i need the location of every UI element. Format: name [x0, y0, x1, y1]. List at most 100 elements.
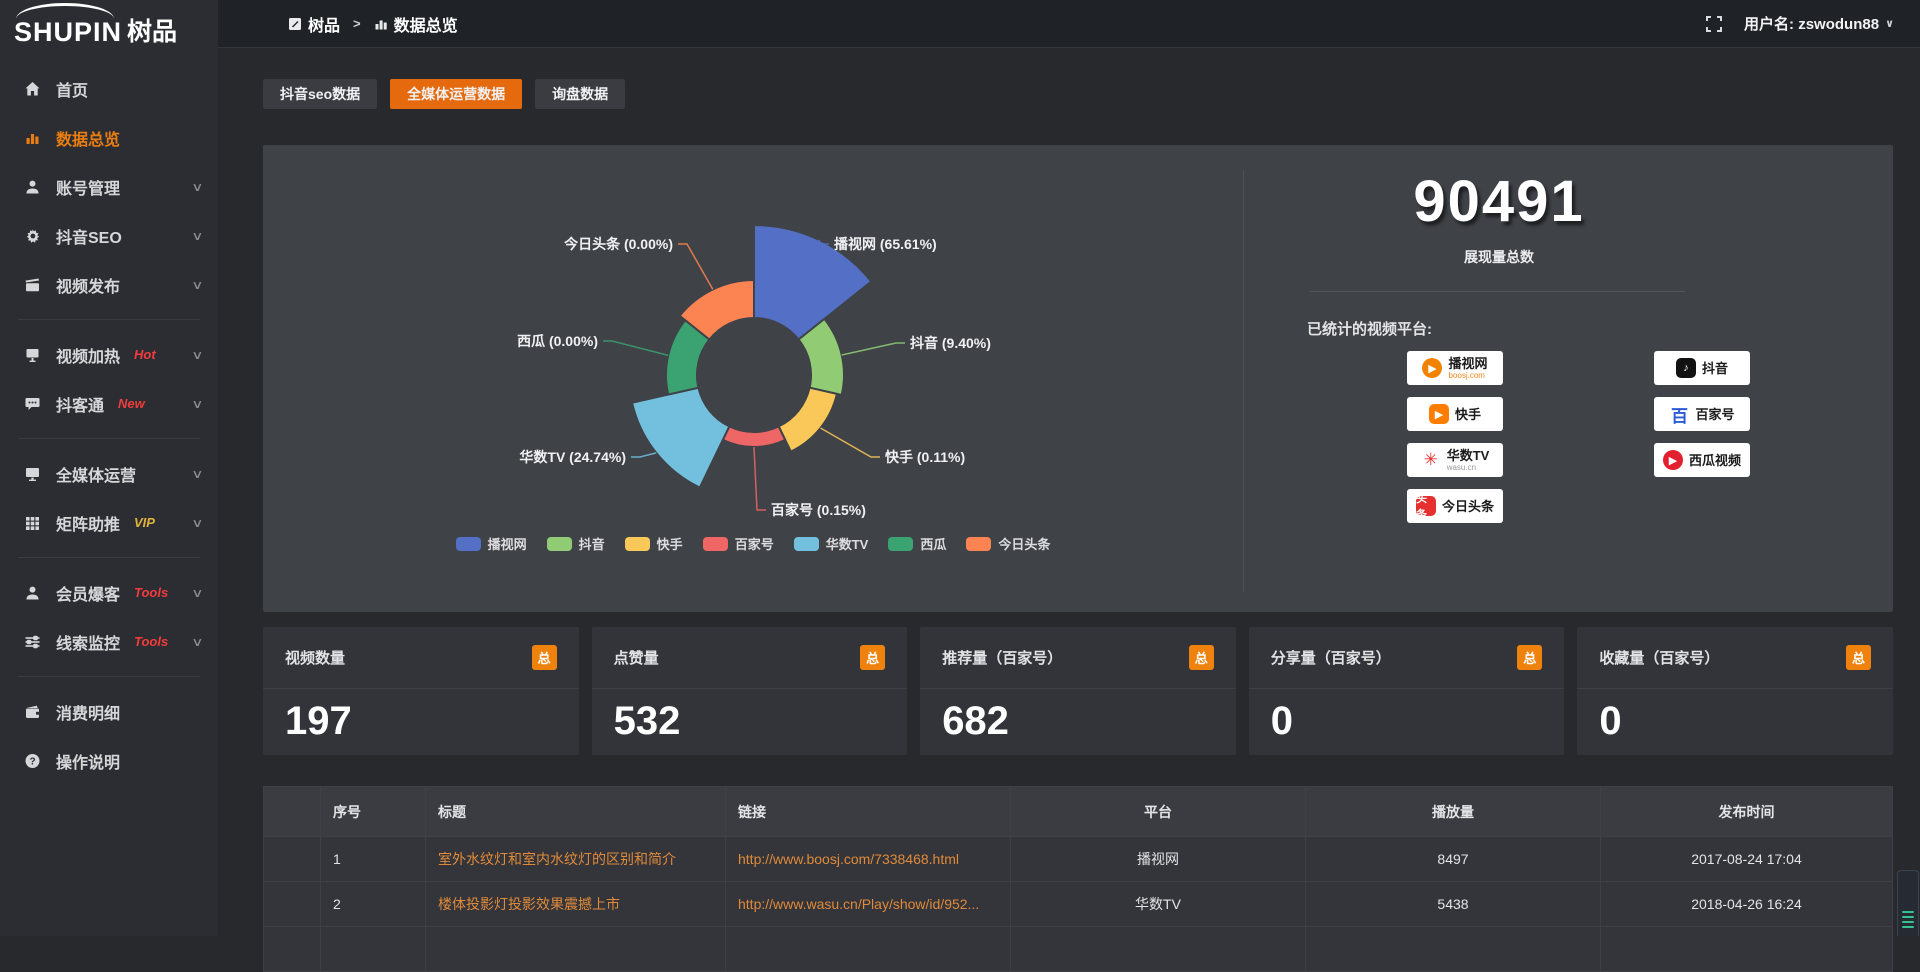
- sidebar-item-account-management[interactable]: 账号管理∨: [0, 162, 218, 211]
- platform-badge-baijiahao: 百百家号: [1654, 397, 1750, 431]
- pie-slice-wasu-tv[interactable]: [632, 388, 729, 488]
- fullscreen-icon[interactable]: [1706, 16, 1722, 32]
- legend-item-xigua[interactable]: 西瓜: [888, 534, 946, 553]
- home-icon: [22, 81, 42, 97]
- legend-item-kuaishou[interactable]: 快手: [625, 534, 683, 553]
- stat-card-label: 点赞量: [614, 647, 659, 668]
- stat-card-label: 视频数量: [285, 647, 345, 668]
- cell-num: [321, 927, 426, 972]
- stat-card-value: 682: [920, 689, 1236, 744]
- tab-douyin-seo-data[interactable]: 抖音seo数据: [263, 79, 377, 109]
- platform-badge-wasu-tv: ✳华数TVwasu.cn: [1407, 443, 1503, 477]
- logo-text-en: SHUPIN: [14, 17, 122, 48]
- douyin-logo-icon: ♪: [1676, 358, 1696, 378]
- wallet-icon: [22, 704, 42, 720]
- logo-text-cn: 树品: [127, 12, 177, 48]
- sidebar-item-douketong[interactable]: 抖客通New∨: [0, 379, 218, 428]
- user-menu[interactable]: 用户名: zswodun88 ∨: [1744, 13, 1894, 34]
- question-icon: ?: [22, 753, 42, 769]
- svg-text:?: ?: [29, 756, 35, 767]
- platform-name: 播视网: [1448, 357, 1487, 370]
- sidebar-item-label: 操作说明: [56, 749, 120, 773]
- sidebar-item-operation-guide[interactable]: ? 操作说明: [0, 736, 218, 785]
- cell-title[interactable]: 室外水纹灯和室内水纹灯的区别和简介: [426, 837, 726, 882]
- bars-icon: [22, 130, 42, 146]
- platform-name: 今日头条: [1442, 500, 1494, 513]
- pie-label-line-wasu-tv: [631, 453, 656, 457]
- platform-pie-chart: 播视网 (65.61%)抖音 (9.40%)快手 (0.11%)百家号 (0.1…: [263, 145, 1243, 612]
- platform-badge-xigua: ▶西瓜视频: [1654, 443, 1750, 477]
- sidebar-item-consumption-detail[interactable]: 消费明细: [0, 687, 218, 736]
- legend-label: 百家号: [735, 534, 774, 553]
- cell-link[interactable]: http://www.boosj.com/7338468.html: [726, 837, 1011, 882]
- cell-num: 2: [321, 882, 426, 927]
- floating-contact-widget[interactable]: [1897, 870, 1919, 936]
- platform-subtext: wasu.cn: [1447, 464, 1490, 472]
- breadcrumb-item-data-overview[interactable]: 数据总览: [374, 12, 458, 36]
- sidebar-item-label: 会员爆客: [56, 581, 120, 605]
- sliders-icon: [22, 634, 42, 650]
- legend-swatch: [625, 537, 650, 551]
- pie-label-toutiao: 今日头条 (0.00%): [563, 236, 673, 252]
- sidebar-item-matrix-boost[interactable]: 矩阵助推VIP∨: [0, 498, 218, 547]
- pie-label-boshiwang: 播视网 (65.61%): [834, 236, 937, 252]
- tab-omni-media-data[interactable]: 全媒体运营数据: [390, 79, 522, 109]
- cell-link[interactable]: [726, 927, 1011, 972]
- breadcrumb-label: 数据总览: [394, 12, 458, 36]
- legend-swatch: [703, 537, 728, 551]
- sidebar-item-label: 数据总览: [56, 126, 120, 150]
- chevron-down-icon: ∨: [191, 635, 203, 649]
- sidebar-item-video-heating[interactable]: 视频加热Hot∨: [0, 330, 218, 379]
- sidebar: SHUPIN 树品 首页数据总览账号管理∨抖音SEO∨视频发布∨ 视频加热Hot∨…: [0, 0, 218, 936]
- cell-plays: [1306, 927, 1601, 972]
- cell-link[interactable]: http://www.wasu.cn/Play/show/id/952...: [726, 882, 1011, 927]
- chevron-down-icon: ∨: [191, 348, 203, 362]
- sidebar-item-label: 抖客通: [56, 392, 104, 416]
- boshiwang-logo-icon: ▶: [1422, 358, 1442, 378]
- legend-item-wasu-tv[interactable]: 华数TV: [794, 534, 869, 553]
- wasu-tv-logo-icon: ✳: [1421, 450, 1441, 470]
- stat-cards-row: 视频数量总197点赞量总532推荐量（百家号）总682分享量（百家号）总0收藏量…: [263, 627, 1893, 755]
- column-header-plays: 播放量: [1306, 787, 1601, 837]
- legend-label: 抖音: [579, 534, 605, 553]
- chat-icon: [22, 396, 42, 412]
- stat-card-share-count: 分享量（百家号）总0: [1249, 627, 1565, 755]
- sidebar-divider: [18, 438, 200, 439]
- sidebar-item-douyin-seo[interactable]: 抖音SEO∨: [0, 211, 218, 260]
- total-impressions-value: 90491: [1244, 168, 1754, 235]
- legend-item-toutiao[interactable]: 今日头条: [966, 534, 1050, 553]
- breadcrumb-separator: >: [353, 16, 361, 31]
- sidebar-item-video-publish[interactable]: 视频发布∨: [0, 260, 218, 309]
- platform-badge-douyin: ♪抖音: [1654, 351, 1750, 385]
- sidebar-item-omni-media[interactable]: 全媒体运营∨: [0, 449, 218, 498]
- cell-title[interactable]: [426, 927, 726, 972]
- pie-slice-baijiahao[interactable]: [723, 426, 785, 447]
- monitor-icon: [22, 466, 42, 482]
- sidebar-item-label: 线索监控: [56, 630, 120, 654]
- sidebar-item-lead-monitor[interactable]: 线索监控Tools∨: [0, 617, 218, 666]
- chevron-down-icon: ∨: [191, 397, 203, 411]
- chevron-down-icon: ∨: [191, 516, 203, 530]
- cell-platform: 播视网: [1011, 837, 1306, 882]
- tab-inquiry-data[interactable]: 询盘数据: [535, 79, 625, 109]
- total-badge: 总: [532, 645, 557, 670]
- stat-card-like-count: 点赞量总532: [592, 627, 908, 755]
- stat-card-value: 0: [1249, 689, 1565, 744]
- pie-label-xigua: 西瓜 (0.00%): [517, 333, 598, 349]
- sidebar-item-member-baoke[interactable]: 会员爆客Tools∨: [0, 568, 218, 617]
- form-icon: [288, 17, 302, 31]
- sidebar-item-home[interactable]: 首页: [0, 64, 218, 113]
- breadcrumb-item-shupin[interactable]: 树品: [288, 12, 340, 36]
- user-icon: [22, 585, 42, 601]
- legend-item-douyin[interactable]: 抖音: [547, 534, 605, 553]
- cell-platform: [1011, 927, 1306, 972]
- sidebar-item-data-overview[interactable]: 数据总览: [0, 113, 218, 162]
- cell-title[interactable]: 楼体投影灯投影效果震撼上市: [426, 882, 726, 927]
- platform-badge-boshiwang: ▶播视网boosj.com: [1407, 351, 1503, 385]
- chart-legend: 播视网 抖音 快手 百家号 华数TV 西瓜 今日头条: [263, 534, 1243, 553]
- pie-slice-kuaishou[interactable]: [779, 388, 837, 452]
- legend-item-baijiahao[interactable]: 百家号: [703, 534, 774, 553]
- sidebar-divider: [18, 676, 200, 677]
- column-header-title: 标题: [426, 787, 726, 837]
- legend-item-boshiwang[interactable]: 播视网: [456, 534, 527, 553]
